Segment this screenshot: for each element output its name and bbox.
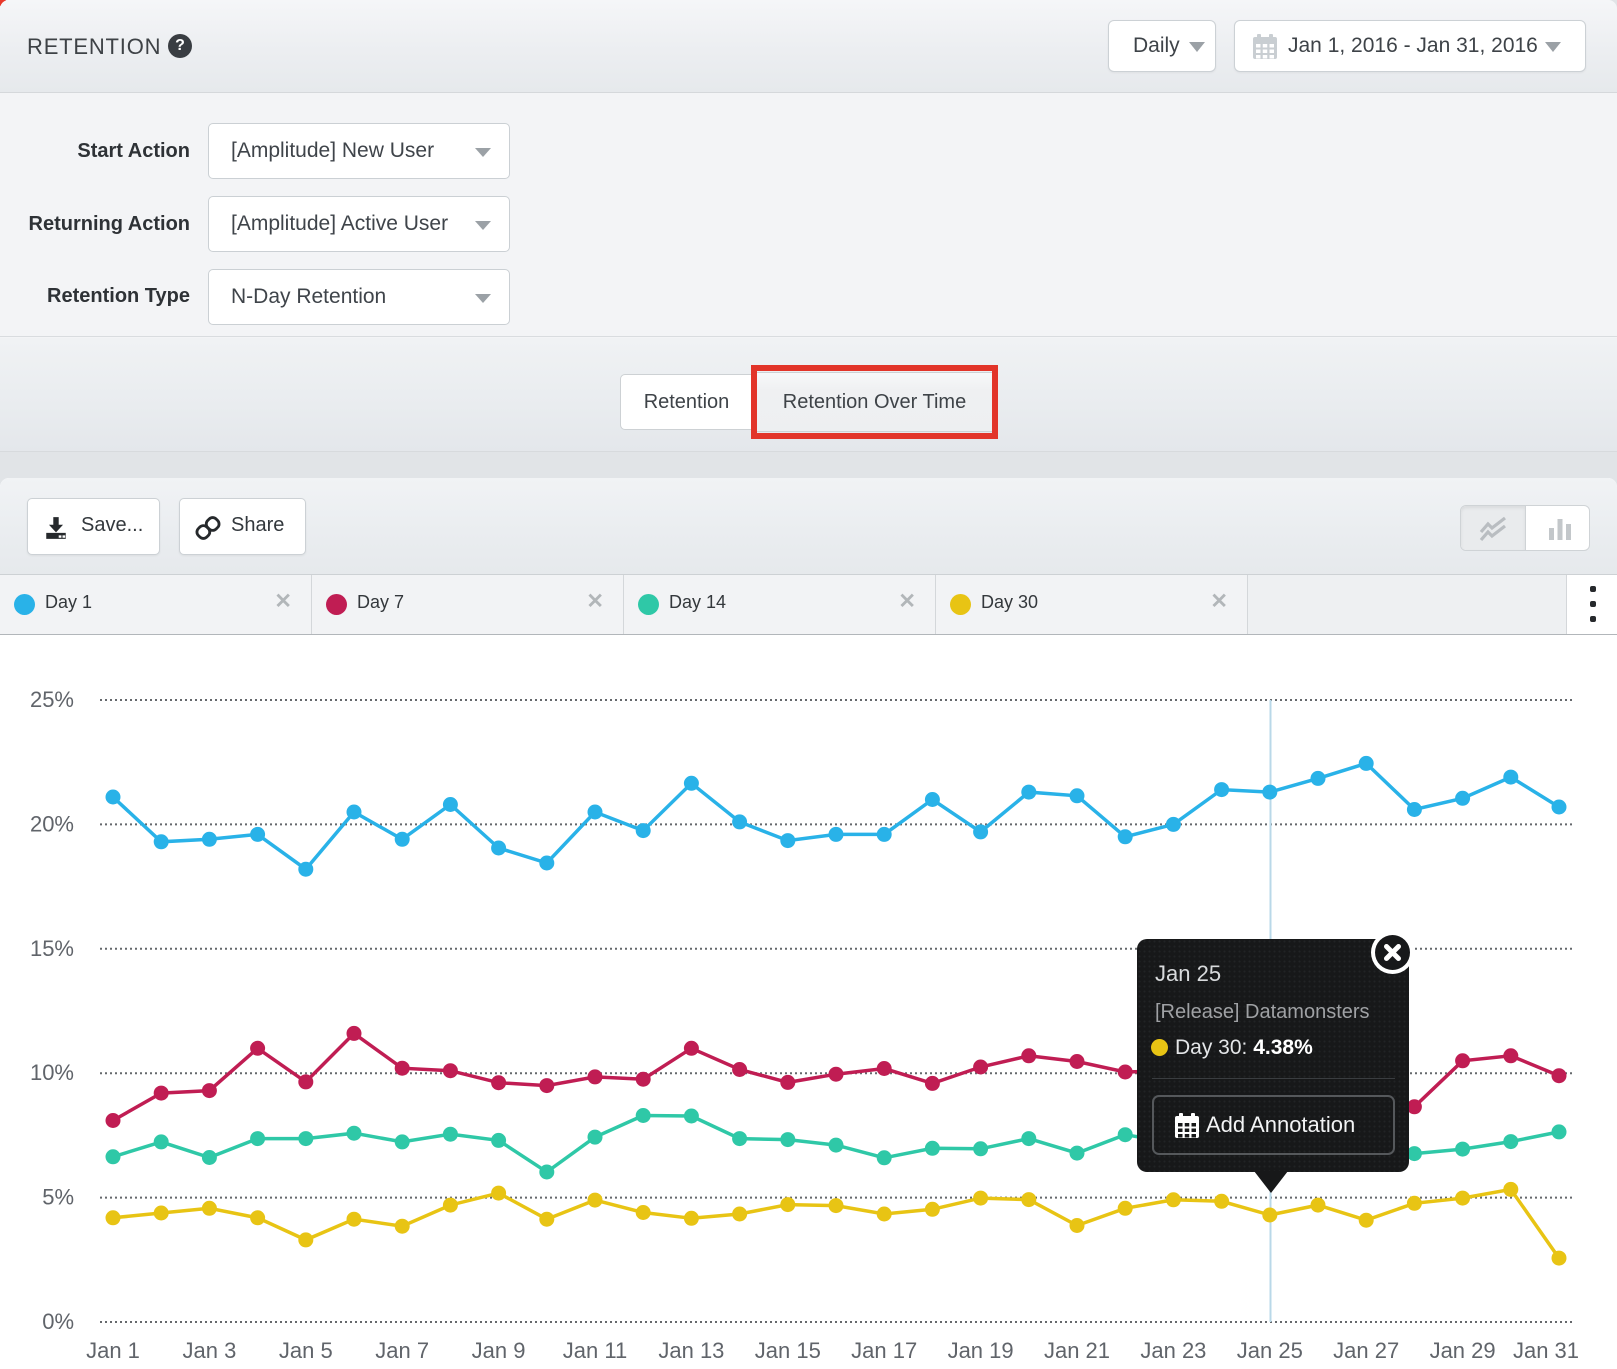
svg-text:10%: 10%	[30, 1060, 74, 1085]
svg-text:Jan 3: Jan 3	[182, 1338, 236, 1363]
svg-text:25%: 25%	[30, 687, 74, 712]
svg-text:Jan 7: Jan 7	[375, 1338, 429, 1363]
svg-text:5%: 5%	[42, 1185, 74, 1210]
svg-text:Jan 5: Jan 5	[279, 1338, 333, 1363]
svg-text:Jan 19: Jan 19	[948, 1338, 1014, 1363]
svg-text:Jan 25: Jan 25	[1237, 1338, 1303, 1363]
svg-text:20%: 20%	[30, 811, 74, 836]
svg-text:Jan 1: Jan 1	[86, 1338, 140, 1363]
svg-text:Jan 21: Jan 21	[1044, 1338, 1110, 1363]
svg-text:Jan 15: Jan 15	[755, 1338, 821, 1363]
svg-text:Jan 13: Jan 13	[658, 1338, 724, 1363]
svg-text:Jan 29: Jan 29	[1430, 1338, 1496, 1363]
svg-text:0%: 0%	[42, 1309, 74, 1334]
svg-text:Jan 9: Jan 9	[472, 1338, 526, 1363]
svg-text:Jan 17: Jan 17	[851, 1338, 917, 1363]
svg-text:Jan 27: Jan 27	[1333, 1338, 1399, 1363]
svg-text:Jan 31: Jan 31	[1513, 1338, 1579, 1363]
svg-text:Jan 23: Jan 23	[1140, 1338, 1206, 1363]
svg-text:15%: 15%	[30, 936, 74, 961]
svg-text:Jan 11: Jan 11	[563, 1338, 627, 1363]
